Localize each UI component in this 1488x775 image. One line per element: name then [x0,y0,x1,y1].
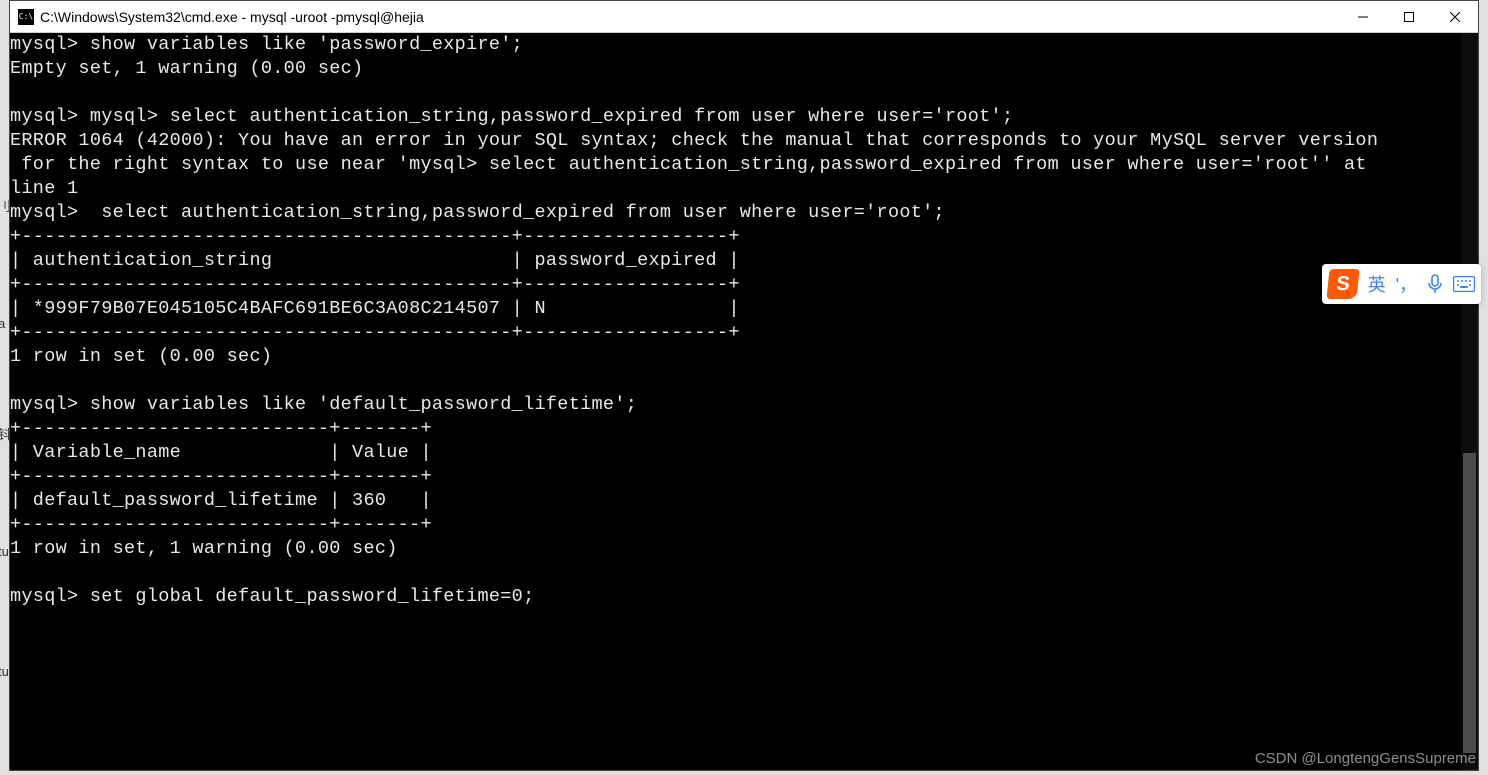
titlebar[interactable]: C:\ C:\Windows\System32\cmd.exe - mysql … [10,1,1478,33]
watermark: CSDN @LongtengGensSupreme [1255,750,1476,767]
ime-lang-toggle[interactable]: 英 [1368,271,1386,297]
minimize-button[interactable] [1340,1,1386,32]
scrollbar-thumb[interactable] [1463,453,1476,753]
window-title: C:\Windows\System32\cmd.exe - mysql -uro… [40,9,1340,25]
keyboard-icon[interactable] [1453,276,1475,292]
close-button[interactable] [1432,1,1478,32]
page-edge-decor: 刂 a 钭 tu tu [0,0,9,775]
terminal-wrap: mysql> show variables like 'password_exp… [10,33,1478,770]
ime-toolbar[interactable]: S 英 '， [1322,264,1481,304]
cmd-window: C:\ C:\Windows\System32\cmd.exe - mysql … [9,0,1479,771]
microphone-icon[interactable] [1427,274,1443,294]
maximize-button[interactable] [1386,1,1432,32]
terminal-output[interactable]: mysql> show variables like 'password_exp… [10,33,1461,770]
vertical-scrollbar[interactable] [1461,33,1478,770]
cmd-icon: C:\ [18,9,34,25]
ime-punct-toggle[interactable]: '， [1396,271,1417,297]
window-controls [1340,1,1478,32]
sogou-logo-icon[interactable]: S [1326,269,1359,299]
